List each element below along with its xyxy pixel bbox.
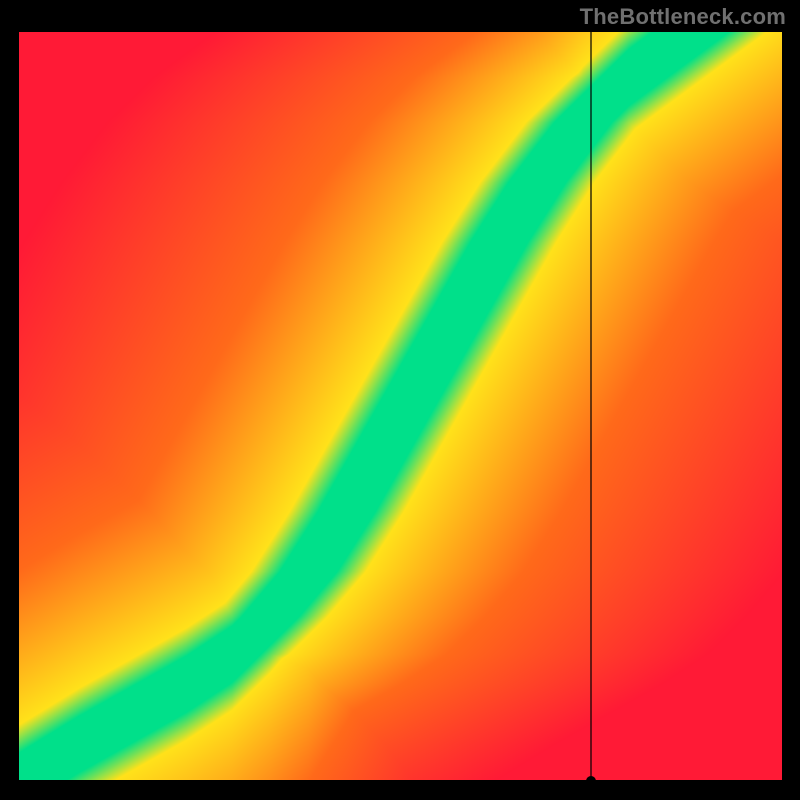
plot-frame xyxy=(18,32,782,782)
watermark-text: TheBottleneck.com xyxy=(580,4,786,30)
heatmap-canvas xyxy=(18,32,782,782)
chart-container: TheBottleneck.com xyxy=(0,0,800,800)
